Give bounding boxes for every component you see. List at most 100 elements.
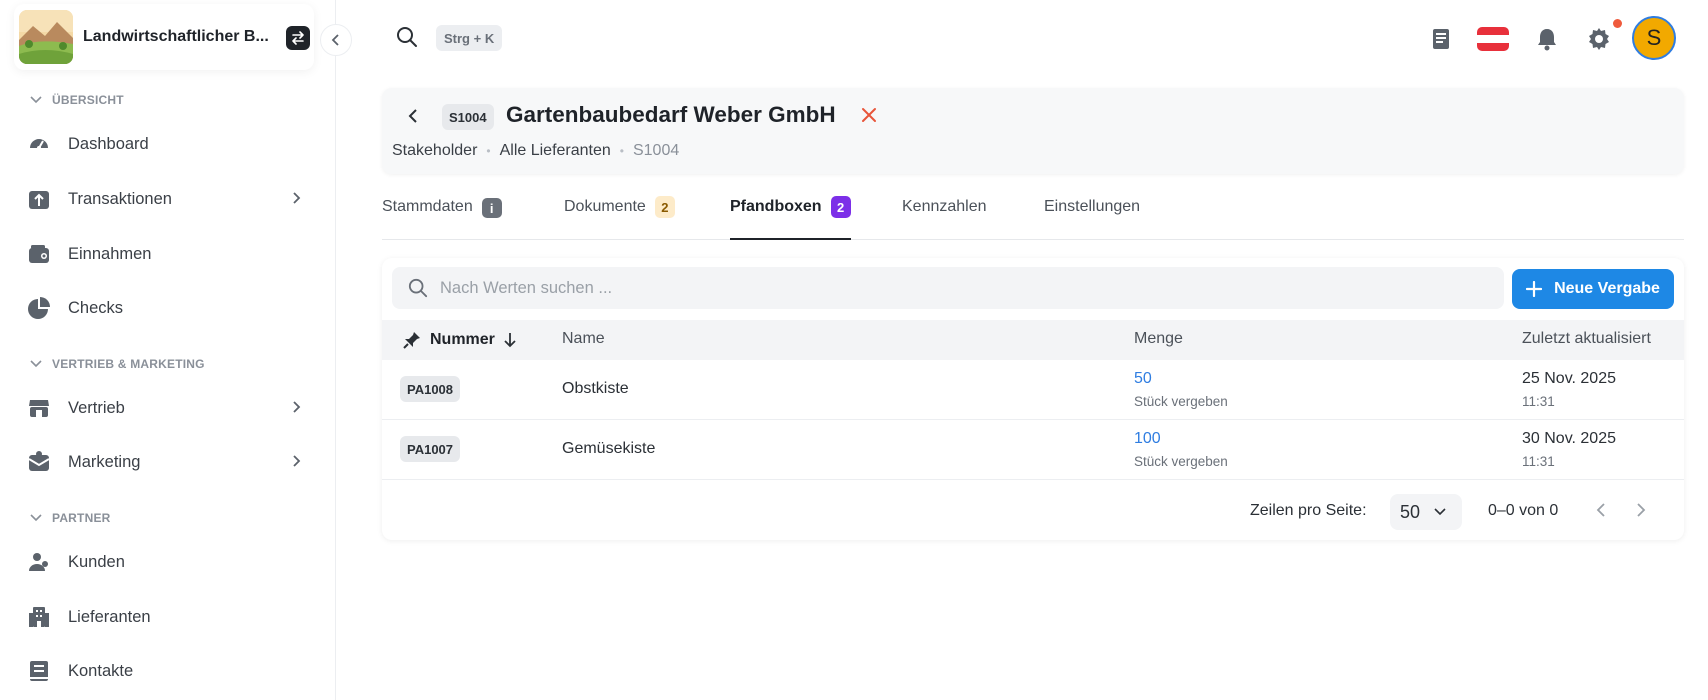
search-shortcut-hint: Strg + K bbox=[436, 25, 503, 51]
page-range: 0–0 von 0 bbox=[1488, 502, 1559, 519]
breadcrumb-current: S1004 bbox=[632, 142, 680, 159]
breadcrumb-separator: • bbox=[486, 144, 491, 158]
pin-icon bbox=[403, 332, 420, 349]
sidebar-item-transaktionen[interactable]: Transaktionen bbox=[26, 179, 312, 219]
table-pagination: Zeilen pro Seite: 50 0–0 von 0 bbox=[382, 480, 1684, 540]
swap-icon bbox=[292, 31, 304, 45]
tab-pfandboxen[interactable]: Pfandboxen 2 bbox=[730, 196, 851, 240]
rows-per-page-select[interactable]: 50 bbox=[1390, 494, 1462, 530]
info-badge: i bbox=[481, 198, 502, 218]
sort-descending-icon bbox=[504, 333, 516, 348]
breadcrumb-stakeholder[interactable]: Stakeholder bbox=[392, 142, 477, 160]
tab-kennzahlen[interactable]: Kennzahlen bbox=[902, 198, 987, 240]
row-quantity-caption: Stück vergeben bbox=[1134, 394, 1228, 409]
section-label: ÜBERSICHT bbox=[52, 93, 124, 107]
chevron-down-icon bbox=[1434, 508, 1446, 516]
sidebar-item-kontakte[interactable]: Kontakte bbox=[26, 651, 312, 691]
chevron-right-icon bbox=[1637, 503, 1646, 517]
close-icon bbox=[862, 108, 876, 122]
table-row[interactable]: PA1007 Gemüsekiste 100 Stück vergeben 30… bbox=[382, 420, 1684, 480]
user-avatar[interactable]: S bbox=[1632, 16, 1676, 60]
section-uebersicht[interactable]: ÜBERSICHT bbox=[30, 93, 124, 107]
column-label: Nummer bbox=[430, 331, 495, 348]
sidebar-item-checks[interactable]: Checks bbox=[26, 288, 312, 328]
sidebar-item-label: Marketing bbox=[68, 452, 141, 471]
sidebar-item-einnahmen[interactable]: Einnahmen bbox=[26, 234, 312, 274]
mail-icon bbox=[26, 449, 52, 475]
section-label: VERTRIEB & MARKETING bbox=[52, 357, 205, 371]
tab-label: Einstellungen bbox=[1044, 198, 1141, 215]
austria-flag-icon bbox=[1477, 27, 1509, 51]
tab-label: Kennzahlen bbox=[902, 198, 987, 215]
row-time: 11:31 bbox=[1522, 454, 1555, 469]
tab-dokumente[interactable]: Dokumente 2 bbox=[564, 196, 675, 240]
column-header-name[interactable]: Name bbox=[562, 330, 605, 348]
sidebar-item-dashboard[interactable]: Dashboard bbox=[26, 124, 312, 164]
organization-name: Landwirtschaftlicher B... bbox=[83, 28, 269, 45]
row-name: Obstkiste bbox=[562, 380, 629, 397]
number-tag: PA1008 bbox=[400, 376, 461, 402]
sidebar-item-kunden[interactable]: Kunden bbox=[26, 542, 312, 582]
table-search bbox=[392, 267, 1504, 309]
row-name: Gemüsekiste bbox=[562, 440, 656, 457]
rows-per-page-label: Zeilen pro Seite: bbox=[1250, 502, 1367, 519]
sidebar-item-label: Kunden bbox=[68, 552, 125, 571]
table-row[interactable]: PA1008 Obstkiste 50 Stück vergeben 25 No… bbox=[382, 360, 1684, 420]
sidebar-item-label: Checks bbox=[68, 298, 124, 317]
breadcrumb-alle-lieferanten[interactable]: Alle Lieferanten bbox=[500, 142, 611, 160]
sidebar-item-lieferanten[interactable]: Lieferanten bbox=[26, 597, 312, 637]
sidebar-item-marketing[interactable]: Marketing bbox=[26, 442, 312, 482]
sidebar-item-vertrieb[interactable]: Vertrieb bbox=[26, 388, 312, 428]
count-badge: 2 bbox=[654, 196, 675, 218]
tab-einstellungen[interactable]: Einstellungen bbox=[1044, 198, 1140, 240]
remove-button[interactable] bbox=[860, 106, 878, 129]
chevron-left-icon bbox=[408, 109, 417, 123]
users-icon bbox=[26, 549, 52, 575]
collapse-sidebar-button[interactable] bbox=[320, 24, 352, 56]
table-header: Nummer Name Menge Zuletzt aktualisiert bbox=[382, 320, 1684, 360]
tab-label: Stammdaten bbox=[382, 198, 473, 215]
row-quantity[interactable]: 50 bbox=[1134, 370, 1152, 388]
global-search-button[interactable] bbox=[396, 26, 418, 53]
previous-page-button[interactable] bbox=[1596, 502, 1606, 523]
button-label: Neue Vergabe bbox=[1554, 280, 1660, 297]
back-button[interactable] bbox=[406, 106, 420, 131]
new-assignment-button[interactable]: Neue Vergabe bbox=[1512, 269, 1674, 309]
building-icon bbox=[26, 604, 52, 630]
settings-button[interactable] bbox=[1582, 22, 1616, 56]
sidebar-item-label: Dashboard bbox=[68, 134, 149, 153]
document-icon bbox=[1433, 29, 1449, 49]
section-label: PARTNER bbox=[52, 511, 111, 525]
search-icon bbox=[397, 27, 417, 47]
transfer-icon bbox=[26, 186, 52, 212]
sidebar-item-label: Einnahmen bbox=[68, 244, 152, 263]
row-date: 25 Nov. 2025 bbox=[1522, 370, 1616, 387]
search-input[interactable] bbox=[440, 278, 1440, 298]
page-title: Gartenbaubedarf Weber GmbH bbox=[506, 102, 836, 127]
pfandboxen-panel: Neue Vergabe Nummer Name Menge Zuletzt a… bbox=[382, 258, 1684, 540]
plus-icon bbox=[1526, 281, 1543, 297]
column-header-nummer[interactable]: Nummer bbox=[402, 330, 517, 350]
count-badge: 2 bbox=[830, 196, 851, 218]
stakeholder-header: S1004 Gartenbaubedarf Weber GmbH Stakeho… bbox=[382, 88, 1684, 174]
section-partner[interactable]: PARTNER bbox=[30, 511, 111, 525]
row-quantity[interactable]: 100 bbox=[1134, 430, 1161, 448]
column-header-zuletzt-aktualisiert[interactable]: Zuletzt aktualisiert bbox=[1522, 330, 1651, 348]
tab-stammdaten[interactable]: Stammdaten i bbox=[382, 198, 502, 240]
notifications-button[interactable] bbox=[1530, 22, 1564, 56]
switch-organization-button[interactable] bbox=[286, 26, 310, 50]
row-time: 11:31 bbox=[1522, 394, 1555, 409]
number-tag: PA1007 bbox=[400, 436, 461, 462]
organization-switcher[interactable]: Landwirtschaftlicher B... bbox=[14, 4, 314, 70]
next-page-button[interactable] bbox=[1636, 502, 1646, 523]
column-header-menge[interactable]: Menge bbox=[1134, 330, 1183, 348]
notification-dot bbox=[1613, 19, 1622, 28]
chevron-down-icon bbox=[30, 96, 42, 104]
gear-icon bbox=[1589, 28, 1609, 50]
documentation-button[interactable] bbox=[1424, 22, 1458, 56]
store-icon bbox=[26, 395, 52, 421]
language-switcher[interactable] bbox=[1476, 22, 1510, 56]
search-icon bbox=[408, 278, 428, 298]
section-vertrieb-marketing[interactable]: VERTRIEB & MARKETING bbox=[30, 357, 205, 371]
chevron-left-icon bbox=[1596, 503, 1605, 517]
